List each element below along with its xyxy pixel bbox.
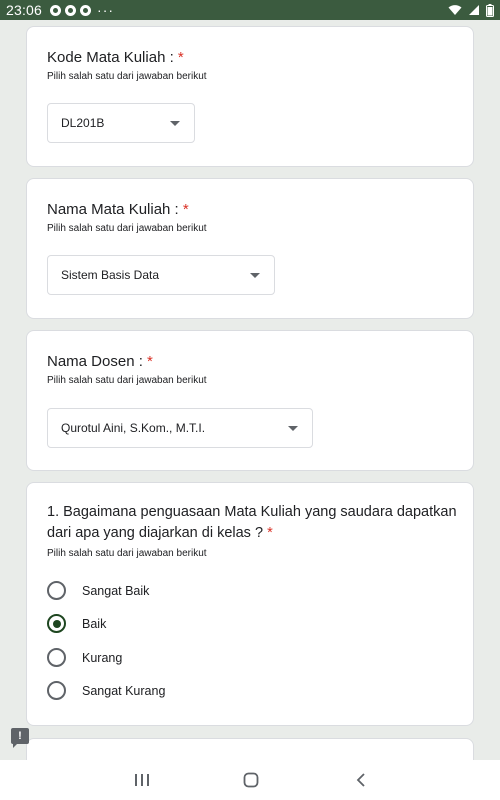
question-title: Nama Mata Kuliah : *: [47, 201, 189, 218]
question-card-nama-mk: Nama Mata Kuliah : * Pilih salah satu da…: [26, 178, 474, 319]
more-notifications-icon: ···: [97, 2, 115, 18]
system-icons: [448, 3, 494, 17]
dropdown-selected-value: DL201B: [61, 116, 105, 130]
radio-option-kurang[interactable]: Kurang: [47, 648, 122, 667]
status-bar: 23:06 ···: [0, 0, 500, 20]
question-title: Nama Dosen : *: [47, 353, 153, 370]
radio-button[interactable]: [47, 648, 66, 667]
chevron-down-icon: [250, 273, 260, 278]
question-card-kode: Kode Mata Kuliah : * Pilih salah satu da…: [26, 26, 474, 167]
battery-icon: [486, 3, 494, 17]
signal-icon: [469, 5, 479, 15]
notification-icon: [65, 4, 77, 16]
radio-label: Sangat Baik: [82, 583, 150, 598]
question-card-dosen: Nama Dosen : * Pilih salah satu dari jaw…: [26, 330, 474, 471]
recent-apps-icon: [135, 774, 149, 786]
navigation-bar: [0, 760, 500, 800]
notification-icons: [50, 4, 92, 16]
back-button[interactable]: [341, 768, 381, 792]
wifi-icon: [448, 5, 462, 15]
required-mark: *: [267, 525, 273, 541]
required-mark: *: [177, 49, 184, 66]
home-button[interactable]: [231, 768, 271, 792]
radio-option-baik[interactable]: Baik: [47, 614, 106, 633]
question-help-text: Pilih salah satu dari jawaban berikut: [47, 375, 207, 386]
question-title: Kode Mata Kuliah : *: [47, 49, 184, 66]
radio-label: Baik: [82, 616, 107, 631]
question-title: 1. Bagaimana penguasaan Mata Kuliah yang…: [47, 504, 457, 541]
radio-button[interactable]: [47, 581, 66, 600]
home-icon: [243, 772, 259, 788]
radio-option-sangat-kurang[interactable]: Sangat Kurang: [47, 681, 165, 700]
feedback-icon[interactable]: !: [11, 728, 29, 748]
dropdown-selected-value: Qurotul Aini, S.Kom., M.T.I.: [61, 421, 206, 435]
back-icon: [356, 773, 365, 787]
question-card-1: 1. Bagaimana penguasaan Mata Kuliah yang…: [26, 482, 474, 726]
required-mark: *: [182, 201, 189, 218]
question-help-text: Pilih salah satu dari jawaban berikut: [47, 548, 207, 559]
radio-button[interactable]: [47, 681, 66, 700]
notification-icon: [50, 4, 62, 16]
chevron-down-icon: [288, 426, 298, 431]
required-mark: *: [147, 353, 153, 370]
radio-option-sangat-baik[interactable]: Sangat Baik: [47, 581, 149, 600]
dropdown-selected-value: Sistem Basis Data: [61, 268, 160, 282]
kode-dropdown[interactable]: DL201B: [47, 103, 195, 143]
radio-label: Kurang: [82, 650, 123, 665]
dosen-dropdown[interactable]: Qurotul Aini, S.Kom., M.T.I.: [47, 408, 313, 448]
status-time: 23:06: [6, 2, 43, 18]
recent-apps-button[interactable]: [122, 768, 162, 792]
radio-label: Sangat Kurang: [82, 683, 166, 698]
notification-icon: [80, 4, 92, 16]
question-help-text: Pilih salah satu dari jawaban berikut: [47, 71, 207, 82]
question-help-text: Pilih salah satu dari jawaban berikut: [47, 223, 207, 234]
chevron-down-icon: [170, 121, 180, 126]
nama-mk-dropdown[interactable]: Sistem Basis Data: [47, 255, 275, 295]
radio-button-checked[interactable]: [47, 614, 66, 633]
